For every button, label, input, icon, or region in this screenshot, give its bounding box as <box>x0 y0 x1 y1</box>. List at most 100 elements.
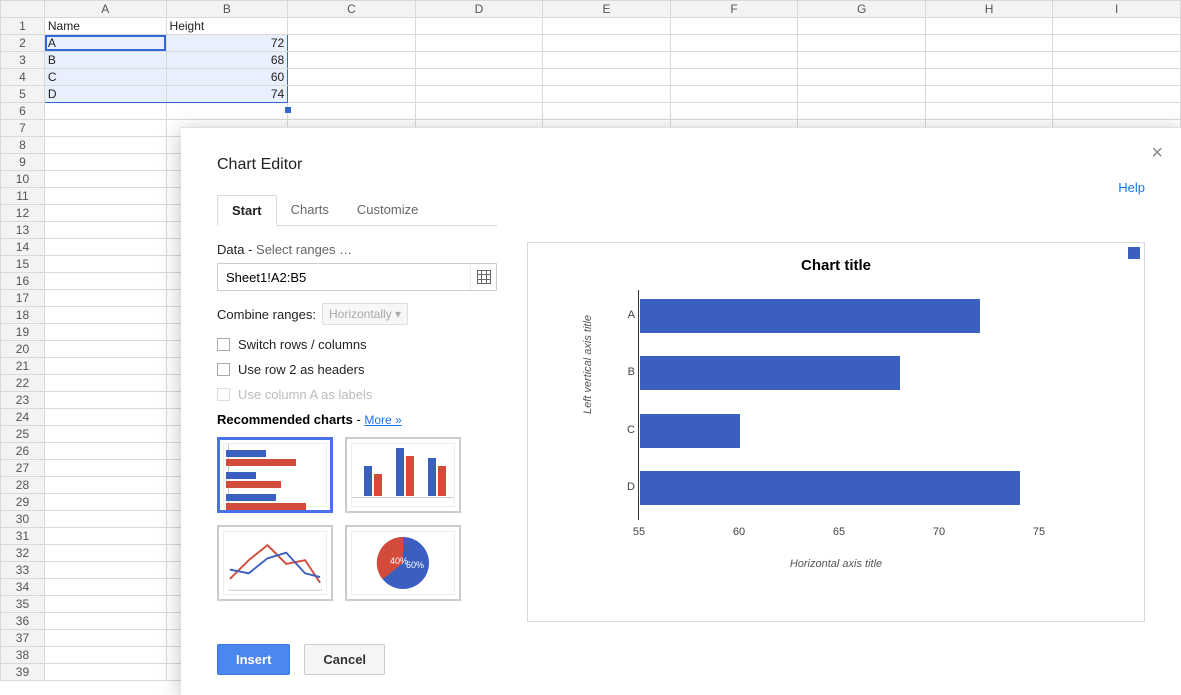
row-header[interactable]: 17 <box>1 290 45 307</box>
row-header[interactable]: 11 <box>1 188 45 205</box>
row-header[interactable]: 25 <box>1 426 45 443</box>
cell[interactable] <box>44 307 166 324</box>
cell[interactable] <box>415 35 543 52</box>
cell[interactable] <box>44 664 166 681</box>
row-header[interactable]: 3 <box>1 52 45 69</box>
thumb-bar-vertical[interactable] <box>345 437 461 513</box>
checkbox-icon[interactable] <box>217 363 230 376</box>
cell[interactable] <box>44 647 166 664</box>
cell[interactable] <box>670 69 798 86</box>
thumb-line[interactable] <box>217 525 333 601</box>
cell[interactable] <box>288 86 416 103</box>
tab-customize[interactable]: Customize <box>343 195 432 226</box>
row-header[interactable]: 31 <box>1 528 45 545</box>
cell[interactable] <box>415 86 543 103</box>
cell[interactable] <box>44 154 166 171</box>
row-header[interactable]: 15 <box>1 256 45 273</box>
row-header[interactable]: 20 <box>1 341 45 358</box>
cell[interactable]: B <box>44 52 166 69</box>
row-header[interactable]: 23 <box>1 392 45 409</box>
cell[interactable] <box>415 69 543 86</box>
thumb-bar-horizontal[interactable] <box>217 437 333 513</box>
cell[interactable] <box>415 18 543 35</box>
cell[interactable]: C <box>44 69 166 86</box>
row-header[interactable]: 16 <box>1 273 45 290</box>
cell[interactable] <box>166 103 288 120</box>
cancel-button[interactable]: Cancel <box>304 644 385 675</box>
col-header[interactable]: C <box>288 1 416 18</box>
row-header[interactable]: 14 <box>1 239 45 256</box>
checkbox-icon[interactable] <box>217 338 230 351</box>
cell[interactable] <box>288 35 416 52</box>
cell[interactable] <box>44 392 166 409</box>
cell[interactable] <box>543 69 671 86</box>
row-header[interactable]: 39 <box>1 664 45 681</box>
col-header[interactable]: A <box>44 1 166 18</box>
row-header[interactable]: 6 <box>1 103 45 120</box>
cell[interactable] <box>925 52 1053 69</box>
cell[interactable] <box>44 256 166 273</box>
cell[interactable] <box>925 86 1053 103</box>
cell[interactable] <box>670 18 798 35</box>
row-header[interactable]: 13 <box>1 222 45 239</box>
cell[interactable] <box>288 52 416 69</box>
cell[interactable] <box>925 35 1053 52</box>
tab-charts[interactable]: Charts <box>277 195 343 226</box>
cell[interactable] <box>415 103 543 120</box>
cell[interactable] <box>288 69 416 86</box>
select-range-icon[interactable] <box>470 264 496 290</box>
cell[interactable] <box>670 103 798 120</box>
cell[interactable] <box>415 52 543 69</box>
cell[interactable] <box>543 86 671 103</box>
row-header[interactable]: 7 <box>1 120 45 137</box>
col-header[interactable]: G <box>798 1 926 18</box>
cell[interactable] <box>670 35 798 52</box>
cell[interactable] <box>44 596 166 613</box>
row-header[interactable]: 36 <box>1 613 45 630</box>
cell[interactable]: 68 <box>166 52 288 69</box>
cell[interactable] <box>44 477 166 494</box>
row-header[interactable]: 18 <box>1 307 45 324</box>
cell[interactable] <box>44 171 166 188</box>
cell[interactable] <box>670 86 798 103</box>
cell[interactable] <box>44 579 166 596</box>
cell[interactable] <box>543 103 671 120</box>
row-header[interactable]: 27 <box>1 460 45 477</box>
col-header[interactable]: E <box>543 1 671 18</box>
cell[interactable] <box>44 120 166 137</box>
cell[interactable] <box>44 460 166 477</box>
cell[interactable]: A <box>44 35 166 52</box>
cell[interactable] <box>1053 86 1181 103</box>
row-header[interactable]: 1 <box>1 18 45 35</box>
row-header[interactable]: 38 <box>1 647 45 664</box>
cell[interactable] <box>798 18 926 35</box>
row-header[interactable]: 24 <box>1 409 45 426</box>
cell[interactable] <box>44 545 166 562</box>
cell[interactable] <box>44 494 166 511</box>
row-header[interactable]: 35 <box>1 596 45 613</box>
cell[interactable] <box>798 35 926 52</box>
cell[interactable] <box>925 103 1053 120</box>
help-link[interactable]: Help <box>1118 180 1145 195</box>
cell[interactable]: Name <box>44 18 166 35</box>
cell[interactable] <box>798 103 926 120</box>
cell[interactable] <box>44 630 166 647</box>
cell[interactable] <box>44 103 166 120</box>
row-header[interactable]: 32 <box>1 545 45 562</box>
cell[interactable] <box>288 103 416 120</box>
row-header[interactable]: 33 <box>1 562 45 579</box>
cell[interactable]: D <box>44 86 166 103</box>
row-header[interactable]: 8 <box>1 137 45 154</box>
cell[interactable] <box>44 205 166 222</box>
row-header[interactable]: 2 <box>1 35 45 52</box>
row-header[interactable]: 10 <box>1 171 45 188</box>
cell[interactable] <box>44 358 166 375</box>
cell[interactable] <box>44 613 166 630</box>
cell[interactable] <box>44 324 166 341</box>
cell[interactable] <box>44 375 166 392</box>
cell[interactable] <box>925 69 1053 86</box>
row-header[interactable]: 30 <box>1 511 45 528</box>
cell[interactable] <box>44 137 166 154</box>
cell[interactable] <box>543 52 671 69</box>
row-header[interactable]: 26 <box>1 443 45 460</box>
